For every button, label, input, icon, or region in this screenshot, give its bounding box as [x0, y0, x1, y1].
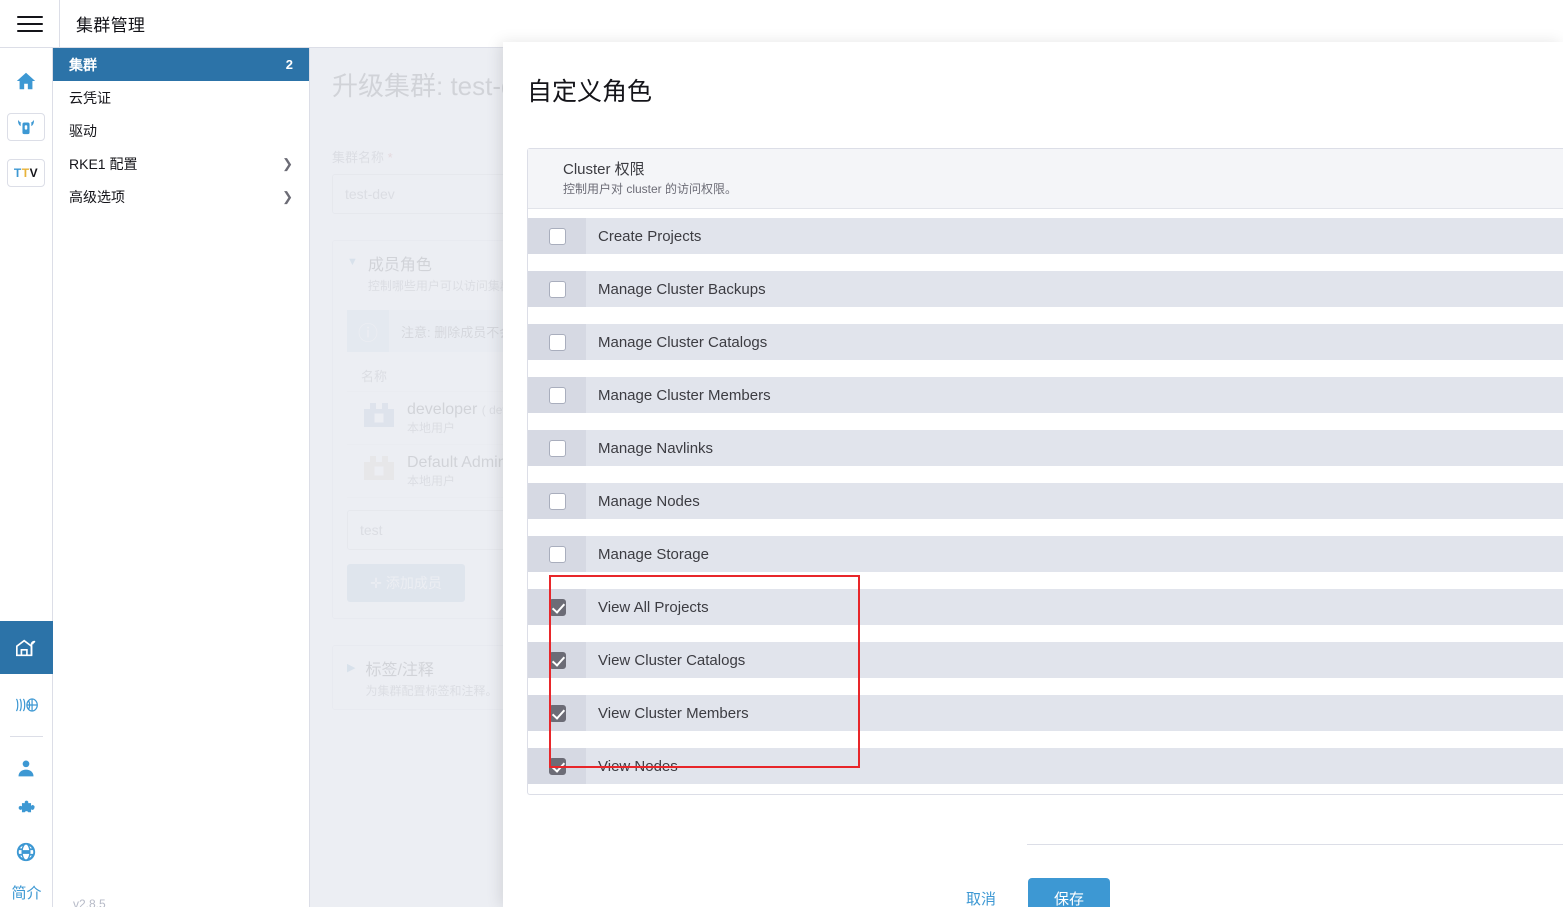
permission-checkbox[interactable] — [548, 280, 566, 298]
permission-checkbox[interactable] — [548, 439, 566, 457]
cluster-count-badge: 2 — [285, 57, 293, 72]
globe-icon[interactable] — [0, 831, 53, 873]
permission-label: View All Projects — [598, 598, 709, 616]
permission-row[interactable]: Create Projects — [528, 218, 1563, 254]
fleet-icon[interactable] — [0, 684, 53, 726]
sidebar-item-label: 高级选项 — [69, 188, 125, 205]
permission-checkbox-cell[interactable] — [528, 483, 586, 519]
permission-label: Manage Navlinks — [598, 439, 714, 457]
chevron-right-icon: ❯ — [282, 188, 293, 204]
permission-checkbox-cell[interactable] — [528, 218, 586, 254]
permission-row[interactable]: Manage Nodes — [528, 483, 1563, 519]
permission-row[interactable]: Manage Storage — [528, 536, 1563, 572]
page-title: 集群管理 — [76, 16, 146, 35]
permission-checkbox-cell[interactable] — [528, 536, 586, 572]
permission-checkbox-cell[interactable] — [528, 377, 586, 413]
permission-row[interactable]: View Cluster Members — [528, 695, 1563, 731]
sidebar-item-label: 集群 — [69, 56, 97, 73]
permission-row[interactable]: View All Projects — [528, 589, 1563, 625]
permission-label: View Cluster Catalogs — [598, 651, 746, 669]
permission-row[interactable]: View Cluster Catalogs — [528, 642, 1563, 678]
permissions-section-header: Cluster 权限 控制用户对 cluster 的访问权限。 — [528, 149, 1563, 209]
permission-checkbox-cell[interactable] — [528, 271, 586, 307]
permission-checkbox-cell[interactable] — [528, 324, 586, 360]
permission-row[interactable]: Manage Cluster Catalogs — [528, 324, 1563, 360]
version-label: v2.8.5 — [73, 897, 106, 907]
permission-label: Manage Nodes — [598, 492, 700, 510]
permission-checkbox-cell[interactable] — [528, 589, 586, 625]
permission-label: Manage Cluster Backups — [598, 280, 766, 298]
permission-checkbox[interactable] — [548, 386, 566, 404]
home-icon[interactable] — [0, 60, 53, 102]
permission-checkbox[interactable] — [548, 227, 566, 245]
permission-label: View Cluster Members — [598, 704, 749, 722]
app-root: 集群管理 TTV 简介 集群 2 云凭证 驱动 RKE1 配置 ❯ 高级选项 ❯… — [0, 0, 1563, 907]
permission-checkbox-cell[interactable] — [528, 695, 586, 731]
rancher-logo-icon[interactable] — [0, 106, 53, 148]
sidebar-item-label: RKE1 配置 — [69, 155, 138, 172]
cancel-button[interactable]: 取消 — [956, 882, 1006, 907]
cluster-management-icon[interactable] — [0, 621, 53, 674]
sidebar-item-drivers[interactable]: 驱动 — [53, 114, 309, 147]
modal-footer: 取消 保存 — [503, 878, 1563, 907]
cluster-permissions-panel: Cluster 权限 控制用户对 cluster 的访问权限。 Create P… — [527, 148, 1563, 795]
sidebar-item-advanced[interactable]: 高级选项 ❯ — [53, 180, 309, 213]
secondary-nav: 集群 2 云凭证 驱动 RKE1 配置 ❯ 高级选项 ❯ v2.8.5 — [53, 48, 310, 907]
permission-checkbox[interactable] — [548, 545, 566, 563]
icon-rail: TTV 简介 — [0, 48, 53, 907]
top-header-bar: 集群管理 — [0, 0, 1563, 48]
permission-checkbox[interactable] — [548, 333, 566, 351]
custom-role-modal: 自定义角色 Cluster 权限 控制用户对 cluster 的访问权限。 Cr… — [503, 42, 1563, 907]
modal-divider — [1027, 844, 1563, 845]
permission-label: Manage Cluster Catalogs — [598, 333, 768, 351]
rail-about-label[interactable]: 简介 — [0, 882, 53, 903]
permission-label: View Nodes — [598, 757, 678, 775]
hamburger-menu-icon[interactable] — [0, 0, 60, 47]
permission-row[interactable]: Manage Cluster Members — [528, 377, 1563, 413]
chevron-right-icon: ❯ — [282, 155, 293, 171]
permission-checkbox-cell[interactable] — [528, 748, 586, 784]
permissions-section-title: Cluster 权限 — [563, 161, 645, 178]
sidebar-item-cloud-credentials[interactable]: 云凭证 — [53, 81, 309, 114]
permissions-section-description: 控制用户对 cluster 的访问权限。 — [563, 182, 738, 196]
permission-label: Manage Storage — [598, 545, 709, 563]
sidebar-item-label: 驱动 — [69, 122, 97, 139]
save-button[interactable]: 保存 — [1028, 878, 1111, 907]
permission-checkbox[interactable] — [548, 704, 566, 722]
permissions-list: Create Projects Manage Cluster Backups Man… — [528, 209, 1563, 794]
extensions-puzzle-icon[interactable] — [0, 789, 53, 831]
sidebar-item-clusters[interactable]: 集群 2 — [53, 48, 309, 81]
ttv-badge[interactable]: TTV — [0, 152, 53, 194]
sidebar-item-rke1-config[interactable]: RKE1 配置 ❯ — [53, 147, 309, 180]
permission-label: Manage Cluster Members — [598, 386, 771, 404]
modal-title: 自定义角色 — [527, 78, 653, 106]
permission-row[interactable]: Manage Navlinks — [528, 430, 1563, 466]
rail-divider — [9, 736, 43, 737]
permission-checkbox-cell[interactable] — [528, 642, 586, 678]
permission-checkbox[interactable] — [548, 651, 566, 669]
permission-checkbox[interactable] — [548, 757, 566, 775]
permission-label: Create Projects — [598, 227, 702, 245]
permission-row[interactable]: Manage Cluster Backups — [528, 271, 1563, 307]
permission-checkbox[interactable] — [548, 492, 566, 510]
sidebar-item-label: 云凭证 — [69, 89, 111, 106]
user-icon[interactable] — [0, 747, 53, 789]
permission-checkbox[interactable] — [548, 598, 566, 616]
permission-row[interactable]: View Nodes — [528, 748, 1563, 784]
permission-checkbox-cell[interactable] — [528, 430, 586, 466]
